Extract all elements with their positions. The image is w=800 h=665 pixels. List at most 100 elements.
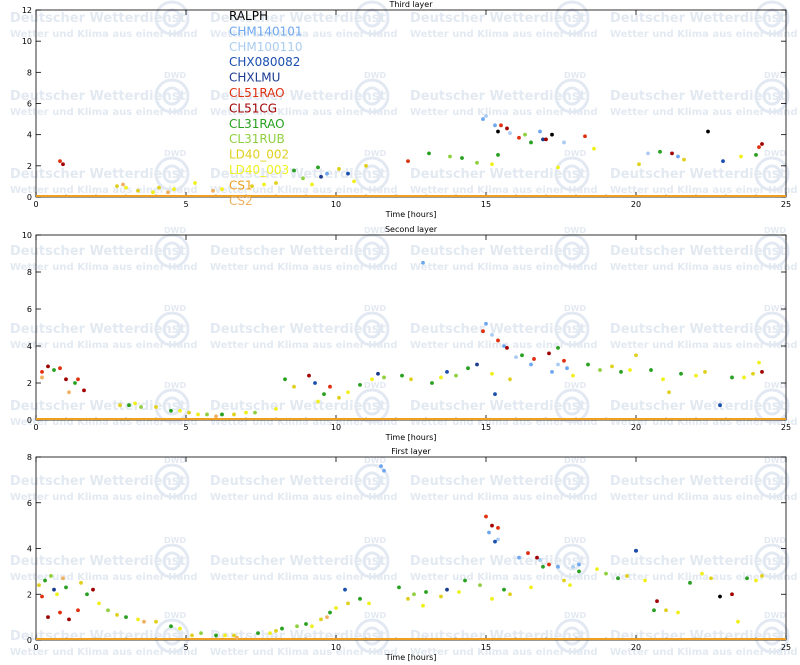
data-point (730, 592, 734, 597)
data-point (319, 174, 323, 179)
data-point (178, 626, 182, 631)
data-point (562, 358, 566, 363)
dwd-watermark-tile: Deutscher WetterdienstWetter und Klima a… (410, 71, 598, 118)
watermark-title: Deutscher Wetterdienst (610, 89, 786, 104)
watermark-logo-text: DWD (564, 0, 586, 2)
y-tick-label: 10 (22, 231, 32, 240)
data-point (646, 151, 650, 156)
data-point (682, 157, 686, 162)
watermark-subtitle: Wetter und Klima aus einer Hand (610, 340, 798, 351)
watermark-title: Deutscher Wetterdienst (410, 11, 586, 26)
data-point (490, 523, 494, 528)
data-point (157, 185, 161, 190)
dwd-watermark-tile: Deutscher WetterdienstWetter und Klima a… (210, 226, 398, 273)
x-tick-label: 10 (331, 200, 341, 209)
data-point (421, 603, 425, 608)
data-point (337, 395, 341, 400)
watermark-subtitle: Wetter und Klima aus einer Hand (410, 107, 598, 118)
data-point (694, 373, 698, 378)
data-point (43, 578, 47, 583)
data-point (517, 555, 521, 560)
watermark-subtitle: Wetter und Klima aus einer Hand (210, 572, 398, 583)
data-point (760, 574, 764, 578)
data-point (508, 592, 512, 597)
dwd-watermark-tile: Deutscher WetterdienstWetter und Klima a… (410, 611, 598, 658)
data-point (205, 412, 209, 417)
x-tick-label: 25 (781, 200, 791, 209)
data-point (457, 590, 461, 594)
data-point (115, 184, 119, 188)
data-point (757, 360, 761, 365)
data-point (721, 159, 725, 164)
data-point (220, 412, 224, 417)
dwd-watermark-tile: Deutscher WetterdienstWetter und Klima a… (410, 304, 598, 351)
data-point (82, 388, 86, 393)
data-point (526, 551, 530, 555)
watermark-logo-text: DWD (564, 71, 586, 80)
dwd-watermark-tile: Deutscher WetterdienstWetter und Klima a… (210, 381, 398, 428)
watermark-logo-text: DWD (164, 0, 186, 2)
y-tick-label: 0 (27, 193, 32, 202)
series-ralph (496, 129, 710, 137)
dwd-watermark-tile: Deutscher WetterdienstWetter und Klima a… (10, 226, 198, 273)
data-point (424, 590, 428, 594)
data-point (430, 381, 434, 385)
data-point (664, 608, 668, 613)
data-point (124, 615, 128, 620)
y-tick-label: 12 (22, 6, 32, 15)
data-point (466, 366, 470, 371)
data-point (499, 123, 503, 128)
data-point (196, 412, 200, 417)
dwd-watermark-tile: Deutscher WetterdienstWetter und Klima a… (10, 71, 198, 118)
data-point (556, 564, 560, 569)
y-tick-label: 6 (27, 305, 32, 314)
dwd-watermark-tile: Deutscher WetterdienstWetter und Klima a… (410, 536, 598, 583)
data-point (316, 399, 320, 404)
data-point (520, 353, 524, 358)
dwd-watermark-tile: Deutscher WetterdienstWetter und Klima a… (610, 149, 798, 196)
data-point (364, 163, 368, 168)
data-point (637, 162, 641, 167)
data-point (742, 375, 746, 380)
data-point (562, 140, 566, 145)
legend-item-cs1: CS1 (229, 178, 253, 192)
data-point (172, 187, 176, 192)
data-point (337, 167, 341, 171)
x-tick-label: 25 (781, 643, 791, 652)
data-point (490, 162, 494, 167)
data-point (493, 539, 497, 544)
x-tick-label: 0 (33, 643, 38, 652)
dwd-watermark-tile: Deutscher WetterdienstWetter und Klima a… (10, 536, 198, 583)
data-point (448, 154, 452, 159)
data-point (220, 187, 224, 192)
watermark-title: Deutscher Wetterdienst (210, 399, 386, 414)
data-point (214, 633, 218, 638)
watermark-title: Deutscher Wetterdienst (210, 554, 386, 569)
data-point (658, 149, 662, 154)
data-point (463, 578, 467, 583)
series-ld40_002 (115, 157, 686, 193)
watermark-logo-text: DWD (564, 536, 586, 545)
data-point (550, 370, 554, 374)
watermark-title: Deutscher Wetterdienst (210, 244, 386, 259)
data-point (445, 370, 449, 374)
legend-item-cl31rao: CL31RAO (229, 117, 285, 131)
watermark-logo-text: DWD (564, 304, 586, 313)
dwd-watermark-tile: Deutscher WetterdienstWetter und Klima a… (210, 304, 398, 351)
data-point (325, 615, 329, 620)
y-tick-label: 0 (27, 416, 32, 425)
data-point (40, 370, 44, 374)
y-tick-label: 0 (27, 636, 32, 645)
x-tick-label: 15 (481, 643, 491, 652)
data-point (490, 333, 494, 337)
data-point (76, 377, 80, 382)
data-point (139, 405, 143, 409)
data-point (274, 181, 278, 185)
data-point (187, 410, 191, 415)
legend-item-cl51rao: CL51RAO (229, 86, 285, 100)
watermark-subtitle: Wetter und Klima aus einer Hand (410, 647, 598, 658)
data-point (169, 624, 173, 629)
data-point (79, 580, 83, 585)
y-tick-label: 4 (27, 545, 32, 554)
legend-item-cl31rub: CL31RUB (229, 132, 285, 146)
